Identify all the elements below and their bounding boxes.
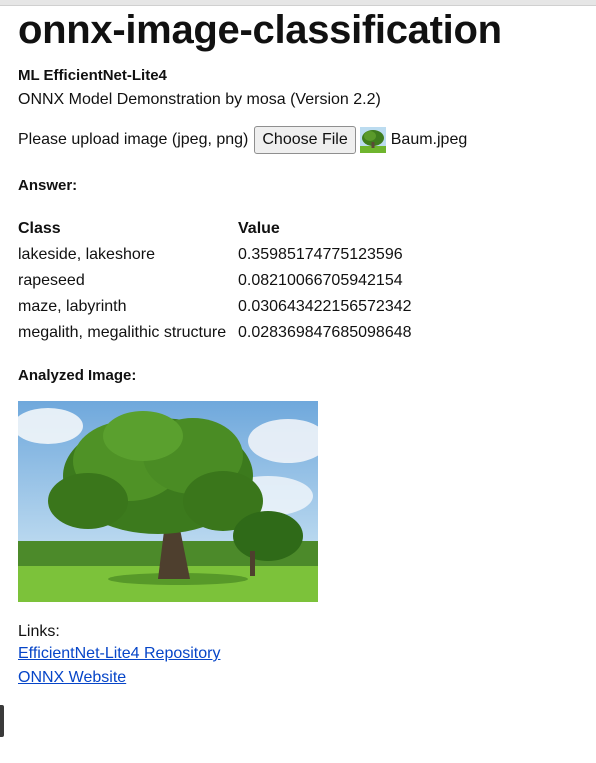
onnx-website-link[interactable]: ONNX Website	[18, 666, 588, 690]
table-row: rapeseed 0.08210066705942154	[18, 268, 414, 294]
value-cell: 0.35985174775123596	[238, 246, 403, 263]
selected-file-name: Baum.jpeg	[390, 131, 468, 148]
column-header-class: Class	[18, 220, 61, 237]
value-cell: 0.08210066705942154	[238, 272, 403, 289]
model-subtitle: ML EfficientNet-Lite4	[18, 67, 167, 84]
answer-heading: Answer:	[18, 177, 78, 194]
class-cell: lakeside, lakeshore	[18, 246, 155, 263]
window-edge-handle	[0, 705, 4, 737]
browser-top-bar	[0, 0, 596, 6]
analyzed-tree-image	[18, 401, 318, 602]
value-cell: 0.030643422156572342	[238, 298, 412, 315]
page-content: onnx-image-classification ML EfficientNe…	[18, 8, 588, 690]
tree-thumbnail-icon	[359, 127, 386, 153]
class-cell: rapeseed	[18, 272, 85, 289]
upload-label: Please upload image (jpeg, png)	[18, 131, 249, 148]
efficientnet-repository-link[interactable]: EfficientNet-Lite4 Repository	[18, 642, 588, 666]
page-title: onnx-image-classification	[18, 8, 502, 52]
upload-row: Please upload image (jpeg, png) Choose F…	[18, 126, 588, 154]
column-header-value: Value	[238, 220, 280, 237]
table-row: megalith, megalithic structure 0.0283698…	[18, 320, 414, 346]
class-cell: megalith, megalithic structure	[18, 324, 227, 341]
choose-file-button[interactable]: Choose File	[254, 126, 356, 154]
class-cell: maze, labyrinth	[18, 298, 127, 315]
analyzed-image-heading: Analyzed Image:	[18, 367, 137, 384]
table-row: lakeside, lakeshore 0.35985174775123596	[18, 242, 414, 268]
model-description: ONNX Model Demonstration by mosa (Versio…	[18, 91, 381, 108]
links-heading: Links:	[18, 623, 60, 640]
results-table: Class Value lakeside, lakeshore 0.359851…	[18, 216, 414, 346]
table-header-row: Class Value	[18, 216, 414, 242]
value-cell: 0.028369847685098648	[238, 324, 412, 341]
table-row: maze, labyrinth 0.030643422156572342	[18, 294, 414, 320]
